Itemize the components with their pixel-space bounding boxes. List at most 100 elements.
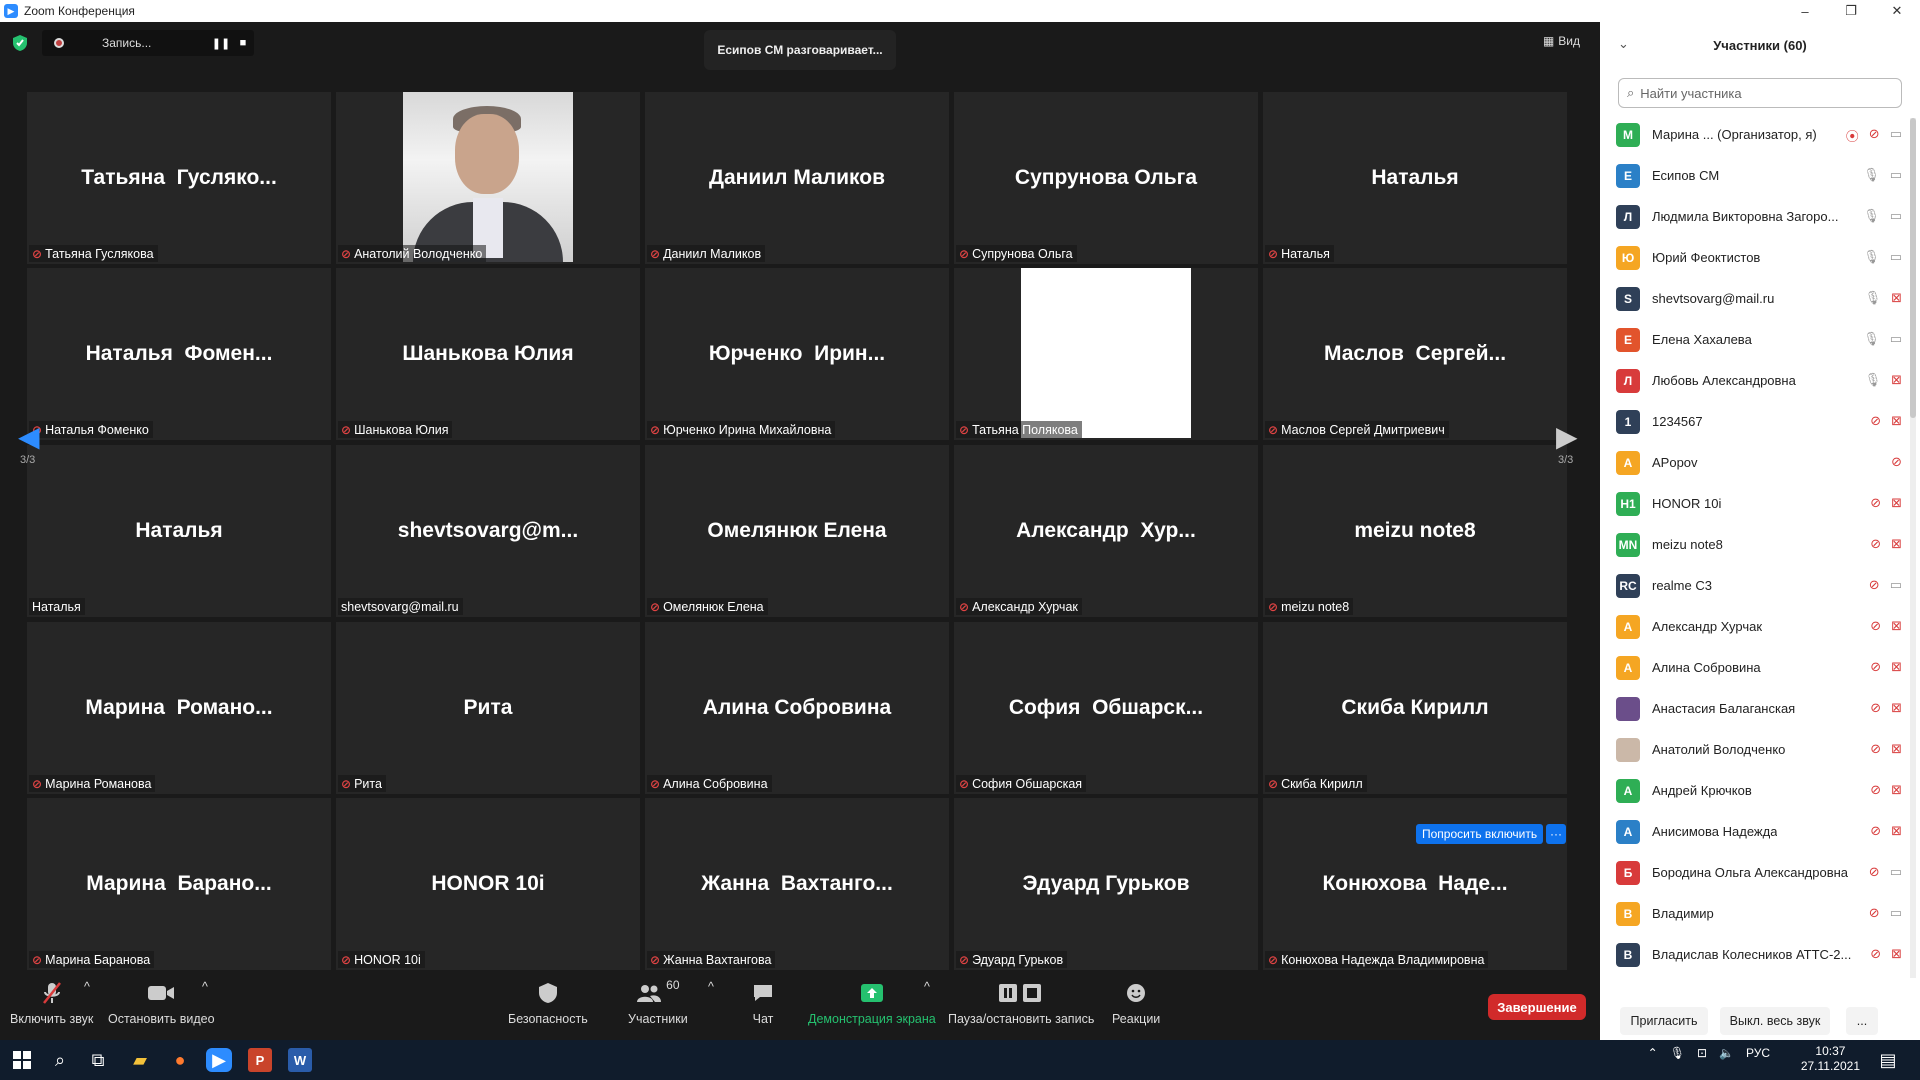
- video-tile[interactable]: Марина Барано... ⊘ Марина Баранова: [27, 798, 331, 970]
- video-tile[interactable]: Рита ⊘ Рита: [336, 622, 640, 794]
- microphone-muted-icon[interactable]: ⊘: [1869, 126, 1880, 145]
- video-tile[interactable]: Наталья Наталья: [27, 445, 331, 617]
- next-page-arrow-icon[interactable]: ▶: [1556, 420, 1578, 453]
- video-tile[interactable]: Наталья Фомен... ⊘ Наталья Фоменко: [27, 268, 331, 440]
- microphone-muted-icon[interactable]: ⊘: [1870, 495, 1881, 511]
- microphone-muted-icon[interactable]: ⊘: [1870, 413, 1881, 429]
- participant-row[interactable]: Л Людмила Викторовна Загоро... 🎙 ▭: [1600, 196, 1910, 237]
- microphone-muted-icon[interactable]: ⊘: [1870, 741, 1881, 757]
- pause-stop-recording-button[interactable]: Пауза/остановить запись: [948, 980, 1094, 1026]
- notifications-icon[interactable]: ▤: [1876, 1048, 1900, 1072]
- invite-button[interactable]: Пригласить: [1620, 1007, 1708, 1035]
- participant-row[interactable]: А APopov ⊘: [1600, 442, 1910, 483]
- task-view-icon[interactable]: ⧉: [86, 1048, 110, 1072]
- firefox-icon[interactable]: ●: [168, 1048, 192, 1072]
- windows-start-icon[interactable]: [10, 1048, 34, 1072]
- microphone-muted-icon[interactable]: ⊘: [1870, 946, 1881, 962]
- video-tile[interactable]: София Обшарск... ⊘ София Обшарская: [954, 622, 1258, 794]
- microphone-muted-icon[interactable]: ⊘: [1870, 659, 1881, 675]
- minimize-button[interactable]: –: [1782, 0, 1828, 22]
- taskbar-clock[interactable]: 10:37 27.11.2021: [1801, 1044, 1860, 1074]
- participant-row[interactable]: Е Елена Хахалева 🎙 ▭: [1600, 319, 1910, 360]
- video-tile[interactable]: Эдуард Гурьков ⊘ Эдуард Гурьков: [954, 798, 1258, 970]
- microphone-icon[interactable]: 🎙: [1863, 208, 1880, 224]
- participant-row[interactable]: Анастасия Балаганская ⊘ ⊠: [1600, 688, 1910, 729]
- microphone-icon[interactable]: 🎙: [1863, 331, 1880, 347]
- participant-row[interactable]: H1 HONOR 10i ⊘ ⊠: [1600, 483, 1910, 524]
- microphone-muted-icon[interactable]: ⊘: [1870, 823, 1881, 839]
- video-tile[interactable]: Татьяна Гусляко... ⊘ Татьяна Гуслякова: [27, 92, 331, 264]
- participant-row[interactable]: Б Бородина Ольга Александровна ⊘ ▭: [1600, 852, 1910, 893]
- security-button[interactable]: Безопасность: [508, 980, 588, 1026]
- participants-caret-icon[interactable]: ^: [708, 980, 714, 994]
- video-tile[interactable]: Шанькова Юлия ⊘ Шанькова Юлия: [336, 268, 640, 440]
- video-options-caret-icon[interactable]: ^: [202, 980, 208, 994]
- share-screen-button[interactable]: Демонстрация экрана: [808, 980, 936, 1026]
- participant-search-input[interactable]: ⌕ Найти участника: [1618, 78, 1902, 108]
- stop-recording-button[interactable]: ■: [232, 37, 254, 49]
- participants-button[interactable]: 60 Участники: [628, 978, 688, 1026]
- microphone-muted-icon[interactable]: ⊘: [1891, 454, 1902, 470]
- powerpoint-icon[interactable]: P: [248, 1048, 272, 1072]
- language-indicator[interactable]: РУС: [1746, 1046, 1770, 1060]
- video-tile[interactable]: shevtsovarg@m... shevtsovarg@mail.ru: [336, 445, 640, 617]
- chat-button[interactable]: Чат: [752, 980, 774, 1026]
- participant-row[interactable]: MN meizu note8 ⊘ ⊠: [1600, 524, 1910, 565]
- participant-row[interactable]: М Марина ... (Организатор, я) ⦿ ⊘ ▭: [1600, 114, 1910, 155]
- participant-row[interactable]: А Анисимова Надежда ⊘ ⊠: [1600, 811, 1910, 852]
- video-tile[interactable]: Даниил Маликов ⊘ Даниил Маликов: [645, 92, 949, 264]
- close-button[interactable]: ✕: [1874, 0, 1920, 22]
- video-tile[interactable]: ⊘ Анатолий Володченко: [336, 92, 640, 264]
- video-tile[interactable]: Юрченко Ирин... ⊘ Юрченко Ирина Михайловна: [645, 268, 949, 440]
- network-icon[interactable]: ⊡: [1697, 1046, 1707, 1060]
- share-options-caret-icon[interactable]: ^: [924, 980, 930, 994]
- microphone-icon[interactable]: 🎙: [1865, 290, 1882, 306]
- participant-row[interactable]: А Александр Хурчак ⊘ ⊠: [1600, 606, 1910, 647]
- unmute-button[interactable]: Включить звук: [10, 980, 93, 1026]
- audio-options-caret-icon[interactable]: ^: [84, 980, 90, 994]
- microphone-muted-icon[interactable]: ⊘: [1870, 536, 1881, 552]
- video-tile[interactable]: meizu note8 ⊘ meizu note8: [1263, 445, 1567, 617]
- participant-row[interactable]: В Владислав Колесников АТТС-2... ⊘ ⊠: [1600, 934, 1910, 975]
- participant-row[interactable]: Л Любовь Александровна 🎙 ⊠: [1600, 360, 1910, 401]
- participant-row[interactable]: 1 1234567 ⊘ ⊠: [1600, 401, 1910, 442]
- search-taskbar-icon[interactable]: ⌕: [48, 1048, 72, 1072]
- participant-row[interactable]: Анатолий Володченко ⊘ ⊠: [1600, 729, 1910, 770]
- video-tile[interactable]: HONOR 10i ⊘ HONOR 10i: [336, 798, 640, 970]
- volume-icon[interactable]: 🔈: [1719, 1046, 1734, 1060]
- stop-video-button[interactable]: Остановить видео: [108, 980, 215, 1026]
- microphone-muted-icon[interactable]: ⊘: [1869, 905, 1880, 921]
- pause-recording-button[interactable]: ❚❚: [210, 37, 232, 50]
- participant-row[interactable]: В Владимир ⊘ ▭: [1600, 893, 1910, 934]
- microphone-icon[interactable]: 🎙: [1865, 372, 1882, 388]
- tray-microphone-icon[interactable]: 🎙: [1670, 1046, 1685, 1060]
- video-tile[interactable]: ⊘ Татьяна Полякова: [954, 268, 1258, 440]
- video-tile[interactable]: Марина Романо... ⊘ Марина Романова: [27, 622, 331, 794]
- video-tile[interactable]: Жанна Вахтанго... ⊘ Жанна Вахтангова: [645, 798, 949, 970]
- video-tile[interactable]: Супрунова Ольга ⊘ Супрунова Ольга: [954, 92, 1258, 264]
- restore-button[interactable]: ❐: [1828, 0, 1874, 22]
- word-icon[interactable]: W: [288, 1048, 312, 1072]
- video-tile[interactable]: Скиба Кирилл ⊘ Скиба Кирилл: [1263, 622, 1567, 794]
- microphone-muted-icon[interactable]: ⊘: [1870, 618, 1881, 634]
- video-tile[interactable]: Алина Собровина ⊘ Алина Собровина: [645, 622, 949, 794]
- video-tile[interactable]: Омелянюк Елена ⊘ Омелянюк Елена: [645, 445, 949, 617]
- microphone-icon[interactable]: 🎙: [1863, 249, 1880, 265]
- tray-chevron-icon[interactable]: ⌃: [1648, 1046, 1658, 1060]
- participant-row[interactable]: А Андрей Крючков ⊘ ⊠: [1600, 770, 1910, 811]
- participant-row[interactable]: RC realme C3 ⊘ ▭: [1600, 565, 1910, 606]
- microphone-muted-icon[interactable]: ⊘: [1869, 577, 1880, 593]
- participant-row[interactable]: Sshevtsovarg@mail.ru 🎙 ⊠: [1600, 278, 1910, 319]
- previous-page-arrow-icon[interactable]: ◀: [18, 420, 40, 453]
- video-tile[interactable]: Маслов Сергей... ⊘ Маслов Сергей Дмитриеви…: [1263, 268, 1567, 440]
- end-meeting-button[interactable]: Завершение: [1488, 994, 1586, 1020]
- ask-to-unmute-button[interactable]: Попросить включить: [1416, 824, 1544, 844]
- reactions-button[interactable]: Реакции: [1112, 980, 1160, 1026]
- video-tile[interactable]: Наталья ⊘ Наталья: [1263, 92, 1567, 264]
- encryption-shield-icon[interactable]: [12, 34, 28, 52]
- file-explorer-icon[interactable]: ▰: [128, 1048, 152, 1072]
- panel-more-button[interactable]: ...: [1846, 1007, 1878, 1035]
- tile-more-button[interactable]: ···: [1546, 824, 1566, 844]
- zoom-taskbar-icon[interactable]: ▶: [206, 1048, 232, 1072]
- microphone-muted-icon[interactable]: ⊘: [1869, 864, 1880, 880]
